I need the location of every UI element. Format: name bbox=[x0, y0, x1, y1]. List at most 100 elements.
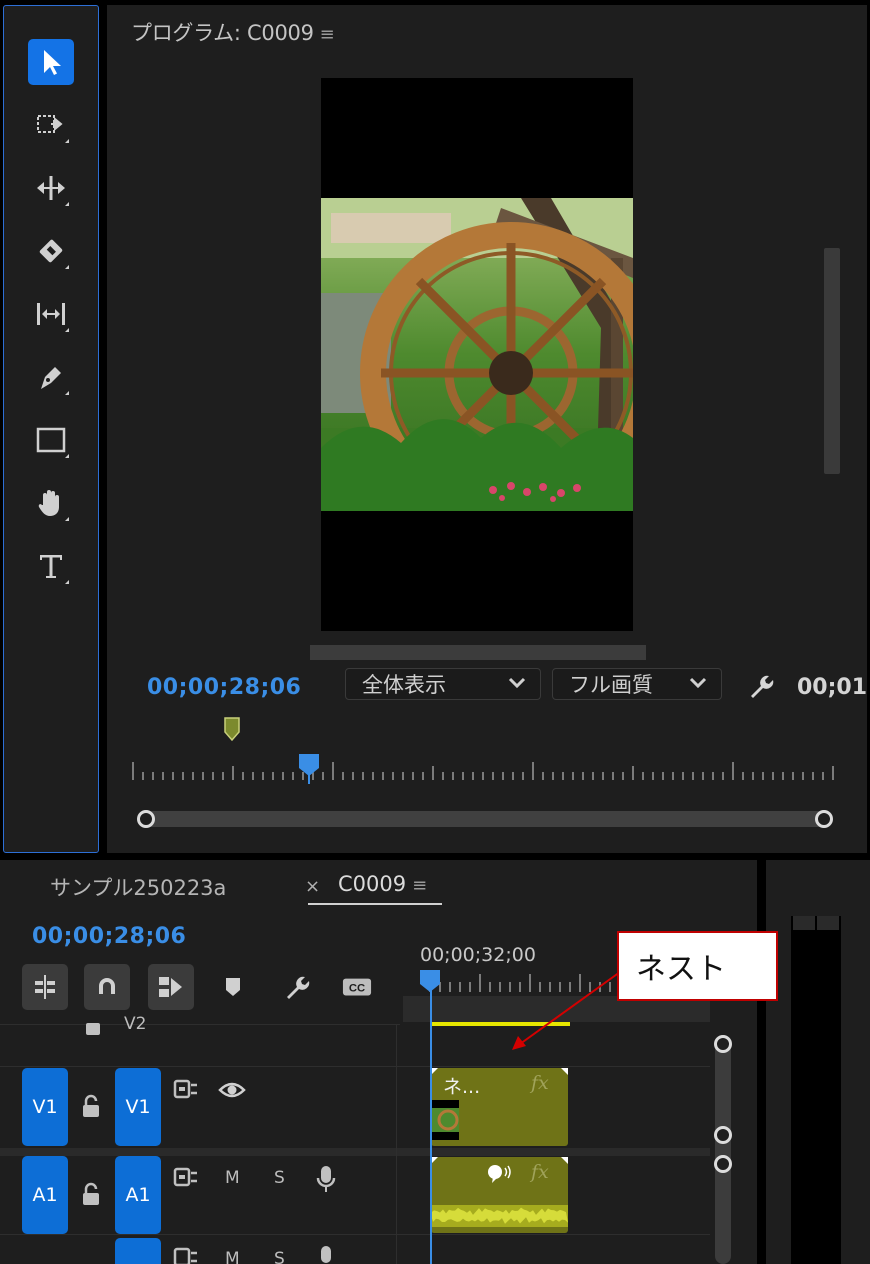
video-preview bbox=[321, 78, 633, 631]
insert-sequence-nest-icon bbox=[35, 975, 55, 999]
microphone-icon[interactable] bbox=[315, 1244, 337, 1264]
track-divider bbox=[0, 1148, 710, 1156]
program-monitor-title[interactable]: プログラム: C0009 ≡ bbox=[131, 17, 335, 47]
audio-clip-nest[interactable]: fx bbox=[431, 1157, 568, 1233]
hand-tool[interactable] bbox=[28, 480, 74, 526]
microphone-icon[interactable] bbox=[315, 1164, 337, 1194]
clip-corner-marker bbox=[431, 1068, 438, 1075]
mute-track-button[interactable]: M bbox=[225, 1249, 240, 1264]
marker-icon[interactable] bbox=[224, 717, 240, 745]
solo-track-button[interactable]: S bbox=[274, 1168, 285, 1188]
solo-track-button[interactable]: S bbox=[274, 1249, 285, 1264]
tab-active-label: C0009 bbox=[338, 872, 407, 896]
zoom-level-dropdown[interactable]: 全体表示 bbox=[345, 668, 541, 700]
tab-sequence-c0009[interactable]: C0009 ≡ bbox=[338, 872, 427, 896]
fx-badge: fx bbox=[531, 1072, 549, 1094]
active-tab-underline bbox=[308, 903, 442, 905]
horizontal-scrollbar[interactable] bbox=[310, 645, 646, 660]
track-select-icon bbox=[37, 115, 63, 133]
a2-target-toggle[interactable] bbox=[115, 1238, 161, 1264]
razor-icon bbox=[39, 239, 63, 263]
settings-wrench-icon[interactable] bbox=[745, 671, 775, 701]
linked-selection-button[interactable] bbox=[148, 964, 194, 1010]
snap-button[interactable] bbox=[84, 964, 130, 1010]
zoom-level-value: 全体表示 bbox=[362, 673, 446, 697]
track-divider bbox=[0, 1066, 710, 1067]
slip-tool[interactable] bbox=[28, 291, 74, 337]
header-divider bbox=[396, 1024, 397, 1264]
rectangle-tool[interactable] bbox=[28, 417, 74, 463]
voice-icon bbox=[486, 1163, 512, 1189]
zoom-handle-right[interactable] bbox=[815, 810, 833, 828]
v1-lock-icon[interactable] bbox=[80, 1093, 102, 1119]
selection-tool[interactable] bbox=[28, 39, 74, 85]
timeline-timecode[interactable]: 00;00;28;06 bbox=[32, 924, 186, 949]
sync-lock-icon[interactable] bbox=[173, 1166, 199, 1188]
ripple-edit-icon bbox=[37, 176, 65, 200]
eye-icon[interactable] bbox=[218, 1080, 246, 1100]
a1-lock-icon[interactable] bbox=[80, 1181, 102, 1207]
duration-timecode: 00;01 bbox=[797, 675, 868, 700]
vertical-scrollbar[interactable] bbox=[824, 248, 840, 474]
playhead-line bbox=[430, 982, 432, 1264]
playback-resolution-dropdown[interactable]: フル画質 bbox=[552, 668, 722, 700]
hand-icon bbox=[38, 490, 59, 516]
track-divider bbox=[0, 1024, 400, 1025]
sync-lock-icon[interactable] bbox=[173, 1078, 199, 1100]
captions-icon[interactable]: CC bbox=[342, 972, 372, 1002]
sync-lock-icon[interactable] bbox=[173, 1246, 199, 1264]
timeline-panel: サンプル250223a × C0009 ≡ 00;00;28;06 CC 00;0… bbox=[0, 860, 757, 1264]
v2-lock-icon[interactable] bbox=[84, 1020, 102, 1040]
scroll-handle-bottom[interactable] bbox=[714, 1126, 732, 1144]
clip-label: ネ... bbox=[443, 1076, 481, 1098]
time-ruler[interactable] bbox=[131, 750, 841, 784]
v1-target-toggle[interactable]: V1 bbox=[115, 1068, 161, 1146]
panel-menu-icon[interactable]: ≡ bbox=[412, 875, 427, 896]
zoom-handle-left[interactable] bbox=[137, 810, 155, 828]
slip-icon bbox=[37, 303, 65, 325]
rectangle-icon bbox=[36, 427, 66, 453]
zoom-scroll-bar[interactable] bbox=[137, 810, 833, 828]
scroll-handle-top[interactable] bbox=[714, 1155, 732, 1173]
track-divider bbox=[0, 1234, 710, 1235]
type-icon bbox=[40, 555, 62, 578]
ripple-edit-tool[interactable] bbox=[28, 165, 74, 211]
pen-tool[interactable] bbox=[28, 354, 74, 400]
video-clip-nest[interactable]: ネ... fx bbox=[431, 1068, 568, 1146]
playhead-icon[interactable] bbox=[299, 754, 319, 776]
close-tab-icon[interactable]: × bbox=[305, 876, 320, 897]
track-select-forward-tool[interactable] bbox=[28, 102, 74, 148]
clip-thumbnail bbox=[432, 1100, 459, 1140]
timeline-vertical-scrollbar[interactable] bbox=[714, 1035, 732, 1264]
wrench-icon[interactable] bbox=[281, 972, 311, 1002]
program-title-text: プログラム: C0009 bbox=[131, 21, 314, 45]
pen-icon bbox=[41, 367, 61, 389]
panel-menu-icon[interactable]: ≡ bbox=[320, 24, 335, 45]
callout-label: ネスト bbox=[617, 931, 778, 1001]
type-tool[interactable] bbox=[28, 543, 74, 589]
clip-corner-marker bbox=[561, 1068, 568, 1075]
insert-nest-button[interactable] bbox=[22, 964, 68, 1010]
selection-arrow-icon bbox=[44, 50, 61, 75]
scroll-handle-top[interactable] bbox=[714, 1035, 732, 1053]
waterwheel-frame-image bbox=[321, 198, 633, 511]
playhead-timecode[interactable]: 00;00;28;06 bbox=[147, 675, 301, 700]
chevron-down-icon bbox=[506, 672, 528, 699]
mute-track-button[interactable]: M bbox=[225, 1168, 240, 1188]
snap-magnet-icon bbox=[99, 978, 115, 994]
tab-sequence-sample[interactable]: サンプル250223a bbox=[50, 872, 226, 902]
clip-corner-marker bbox=[561, 1157, 568, 1164]
add-marker-icon[interactable] bbox=[218, 972, 248, 1002]
fx-badge: fx bbox=[531, 1161, 549, 1183]
program-monitor-panel: プログラム: C0009 ≡ 00;00;28;06 全体表示 フル画質 00;… bbox=[107, 5, 867, 853]
track-label-v2: V2 bbox=[124, 1014, 147, 1034]
tools-panel bbox=[3, 5, 99, 853]
v1-source-patch[interactable]: V1 bbox=[22, 1068, 68, 1146]
audio-waveform bbox=[431, 1205, 568, 1227]
razor-tool[interactable] bbox=[28, 228, 74, 274]
meter-peak-right bbox=[817, 916, 839, 930]
a1-source-patch[interactable]: A1 bbox=[22, 1156, 68, 1234]
meter-peak-left bbox=[793, 916, 815, 930]
playback-resolution-value: フル画質 bbox=[569, 673, 653, 697]
a1-target-toggle[interactable]: A1 bbox=[115, 1156, 161, 1234]
